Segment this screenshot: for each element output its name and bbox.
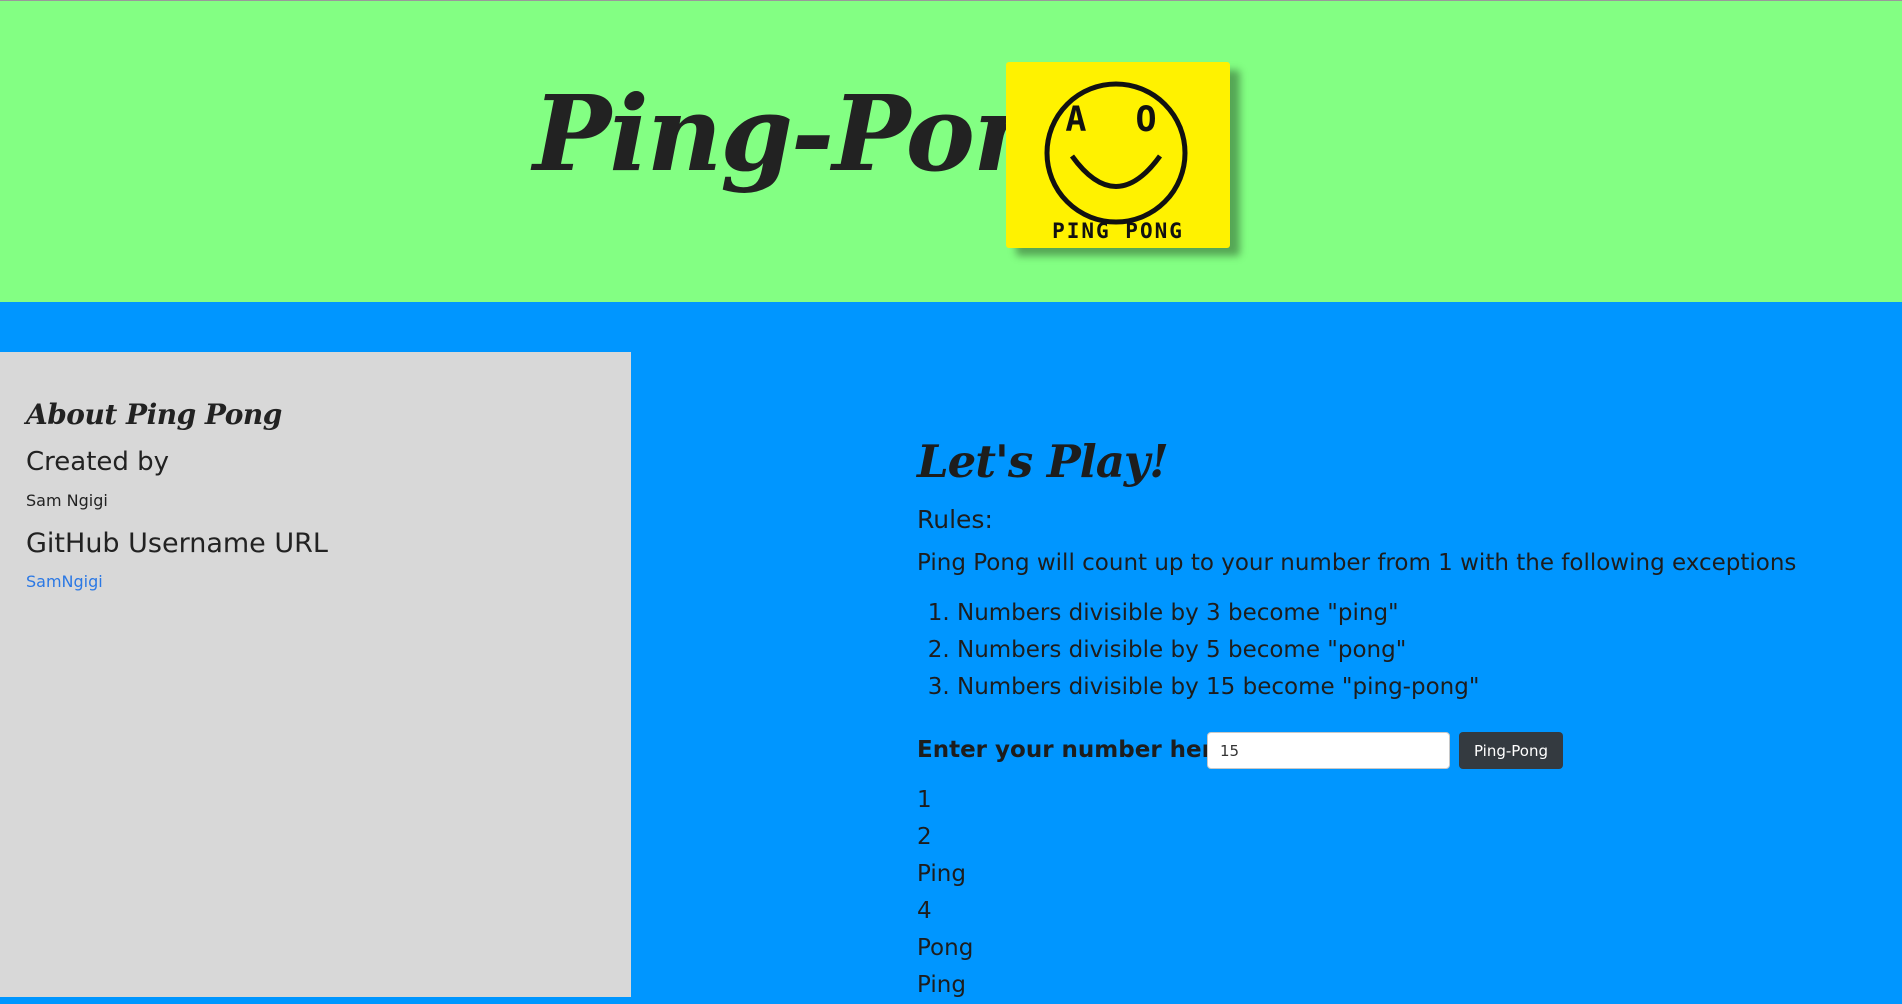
github-label: GitHub Username URL <box>26 528 328 559</box>
game-heading: Let's Play! <box>917 435 1169 488</box>
rules-intro: Ping Pong will count up to your number f… <box>917 550 1797 576</box>
result-item: Ping <box>917 972 966 998</box>
github-link[interactable]: SamNgigi <box>26 572 103 591</box>
created-by-label: Created by <box>26 447 170 477</box>
rules-list: Numbers divisible by 3 become "ping" Num… <box>917 595 1479 706</box>
ping-pong-logo: A O PING PONG <box>1006 62 1230 248</box>
rules-label: Rules: <box>917 505 993 534</box>
number-form: Enter your number here: Ping-Pong <box>917 732 1617 772</box>
result-item: 2 <box>917 824 932 850</box>
ping-pong-button[interactable]: Ping-Pong <box>1459 732 1563 769</box>
result-item: 1 <box>917 787 932 813</box>
author-name: Sam Ngigi <box>26 491 108 510</box>
rule-item: Numbers divisible by 3 become "ping" <box>957 595 1479 632</box>
about-sidebar: About Ping Pong Created by Sam Ngigi Git… <box>0 352 631 997</box>
result-item: 4 <box>917 898 932 924</box>
results-list: 1 2 Ping 4 Pong Ping <box>917 782 973 1004</box>
logo-caption: PING PONG <box>1052 219 1184 243</box>
header-banner: Ping-Pong A O PING PONG <box>0 0 1902 302</box>
about-heading: About Ping Pong <box>26 398 282 431</box>
result-item: Ping <box>917 861 966 887</box>
number-input-label: Enter your number here: <box>917 737 1238 763</box>
rule-item: Numbers divisible by 15 become "ping-pon… <box>957 669 1479 706</box>
result-item: Pong <box>917 935 974 961</box>
rule-item: Numbers divisible by 5 become "pong" <box>957 632 1479 669</box>
logo-eyes-text: A O <box>1065 100 1171 140</box>
number-input[interactable] <box>1207 732 1450 769</box>
